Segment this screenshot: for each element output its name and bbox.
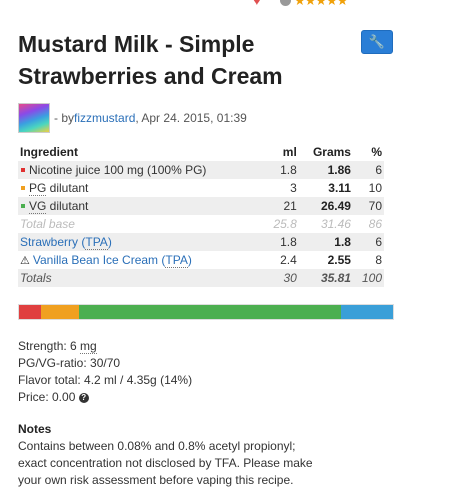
pg-abbr[interactable]: PG: [29, 181, 47, 196]
price: Price: 0.00 ?: [18, 389, 192, 406]
ml-value: 30: [263, 269, 299, 287]
bar-segment-flavor: [340, 305, 393, 319]
recipe-date: , Apr 24. 2015, 01:39: [135, 111, 247, 125]
author-link[interactable]: fizzmustard: [74, 111, 135, 125]
ml-value: 1.8: [263, 161, 299, 179]
flavor-link[interactable]: Vanilla Bean Ice Cream (TPA): [33, 253, 192, 268]
composition-bar: [18, 304, 394, 320]
totals-row: Totals 30 35.81 100: [18, 269, 384, 287]
pct-value: 6: [352, 161, 384, 179]
pct-value: 100: [352, 269, 384, 287]
price-label: Price: 0.00: [18, 390, 79, 404]
strength-label: Strength: 6: [18, 339, 81, 353]
grams-value: 35.81: [298, 269, 353, 287]
ingredient-label: dilutant: [46, 181, 89, 195]
rating-strip: ♥ ★★★★★: [250, 0, 390, 8]
flavor-name: Strawberry (TPA): [18, 233, 264, 251]
vg-abbr[interactable]: VG: [29, 199, 47, 214]
ingredient-label: dilutant: [46, 199, 89, 213]
warning-icon[interactable]: ⚠: [20, 254, 30, 267]
pct-value: 8: [375, 253, 382, 267]
ingredient-name: VG dilutant: [18, 197, 264, 215]
color-swatch: [21, 185, 25, 190]
strength: Strength: 6 mg: [18, 338, 192, 355]
ingredient-name: Nicotine juice 100 mg (100% PG): [18, 161, 264, 179]
table-row: VG dilutant 21 26.49 70: [18, 197, 384, 215]
bar-segment-pg: [41, 305, 79, 319]
notes-text: Contains between 0.08% and 0.8% acetyl p…: [18, 439, 313, 487]
color-swatch: [21, 167, 25, 172]
byline-prefix: - by: [54, 111, 75, 125]
col-pct: %: [371, 145, 382, 159]
brand-abbr[interactable]: TPA: [85, 235, 108, 250]
pct-value: 86: [368, 217, 382, 231]
author-avatar[interactable]: [18, 103, 50, 133]
flavor-link[interactable]: Strawberry (TPA): [20, 235, 112, 250]
table-row: Nicotine juice 100 mg (100% PG) 1.8 1.86…: [18, 161, 384, 179]
ingredient-name: PG dilutant: [18, 179, 264, 197]
ml-value: 25.8: [273, 217, 297, 231]
bar-segment-nicotine: [19, 305, 42, 319]
pg-vg-ratio: PG/VG-ratio: 30/70: [18, 356, 121, 370]
recipe-title: Mustard Milk - Simple Strawberries and C…: [18, 31, 283, 89]
grams-value: 3.11: [328, 181, 351, 195]
remove-rating-icon[interactable]: [280, 0, 291, 6]
total-base-label: Total base: [20, 217, 75, 231]
table-header-row: Ingredient ml Grams %: [18, 143, 384, 161]
col-grams: Grams: [312, 145, 351, 159]
flavor-total: Flavor total: 4.2 ml / 4.35g (14%): [18, 373, 193, 387]
heart-icon[interactable]: ♥: [253, 0, 261, 7]
edit-button[interactable]: 🔧: [361, 30, 393, 54]
ml-value: 21: [263, 197, 299, 215]
ml-value: 1.8: [263, 233, 299, 251]
grams-value: 31.46: [320, 217, 351, 231]
ml-value: 2.4: [280, 253, 297, 267]
pct-value: 6: [352, 233, 384, 251]
notes-heading: Notes: [18, 422, 52, 436]
flavor-row: ⚠ Vanilla Bean Ice Cream (TPA) 2.4 2.55 8: [18, 251, 384, 269]
color-swatch: [21, 203, 25, 208]
grams-value: 2.55: [327, 253, 351, 267]
help-icon[interactable]: ?: [78, 392, 89, 403]
flavor-label: Vanilla Bean Ice Cream: [32, 253, 159, 267]
totals-label: Totals: [18, 269, 264, 287]
ingredient-label: Nicotine juice 100 mg (100% PG): [29, 163, 207, 177]
flavor-label: Strawberry: [20, 235, 79, 249]
ingredients-table: Ingredient ml Grams % Nicotine juice 100…: [18, 143, 384, 287]
grams-value: 1.86: [298, 161, 353, 179]
bar-segment-vg: [78, 305, 341, 319]
brand-abbr[interactable]: TPA: [165, 253, 188, 268]
wrench-icon: 🔧: [368, 34, 386, 49]
pct-value: 70: [352, 197, 384, 215]
table-row: PG dilutant 3 3.11 10: [18, 179, 384, 197]
col-ingredient: Ingredient: [20, 145, 79, 159]
grams-value: 26.49: [298, 197, 353, 215]
pct-value: 10: [368, 181, 382, 195]
total-base-row: Total base 25.8 31.46 86: [18, 215, 384, 233]
ml-value: 3: [290, 181, 297, 195]
flavor-row: Strawberry (TPA) 1.8 1.8 6: [18, 233, 384, 251]
recipe-stats: Strength: 6 mg PG/VG-ratio: 30/70 Flavor…: [18, 338, 192, 406]
star-rating[interactable]: ★★★★★: [294, 0, 348, 7]
col-ml: ml: [282, 145, 297, 159]
flavor-name: ⚠ Vanilla Bean Ice Cream (TPA): [18, 251, 264, 269]
byline: - by fizzmustard , Apr 24. 2015, 01:39: [18, 103, 247, 133]
mg-abbr[interactable]: mg: [80, 339, 97, 354]
grams-value: 1.8: [298, 233, 353, 251]
